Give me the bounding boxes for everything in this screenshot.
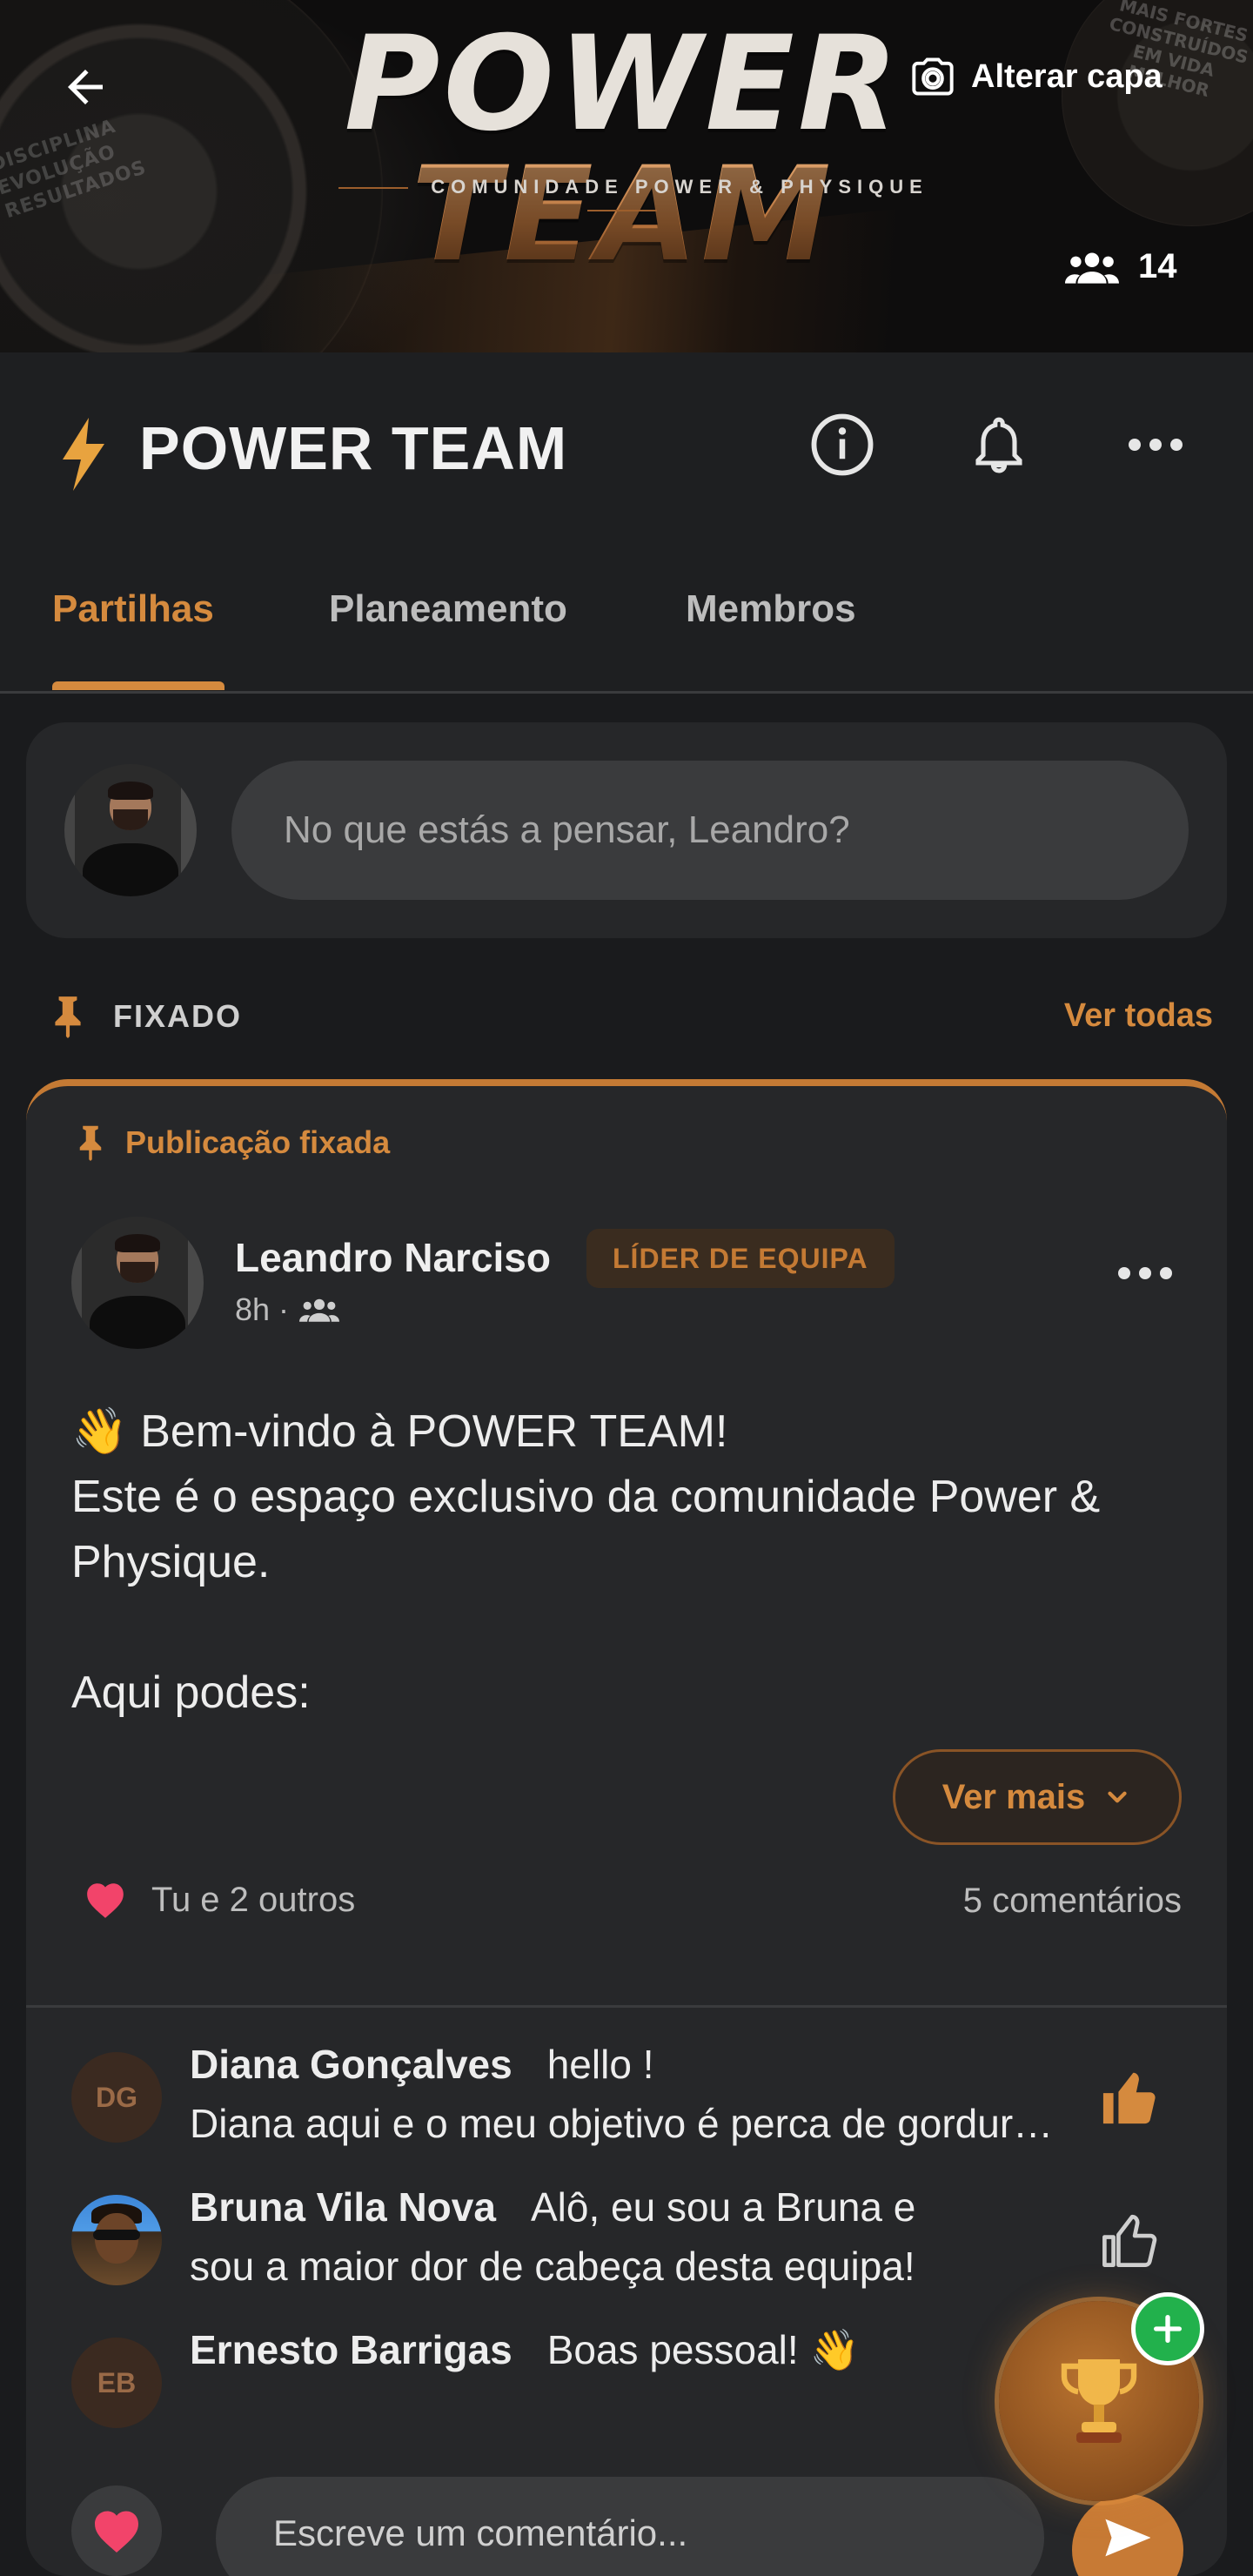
thumbs-up-outline-icon xyxy=(1102,2214,1157,2267)
comment-item: DG Diana Gonçalves hello ! Diana aqui e o… xyxy=(26,2035,1227,2165)
pin-icon xyxy=(55,996,81,1038)
comment-line1: Boas pessoal! 👋 xyxy=(546,2327,860,2372)
bolt-icon xyxy=(63,418,104,491)
commenter-avatar[interactable]: EB xyxy=(71,2338,162,2428)
current-user-avatar[interactable] xyxy=(64,764,197,896)
comment-input[interactable]: Escreve um comentário... xyxy=(216,2477,1044,2576)
cover-image: DISCIPLINA EVOLUÇÃO RESULTADOS MAIS FORT… xyxy=(0,0,1253,352)
chevron-down-icon xyxy=(1108,1791,1127,1803)
pin-icon xyxy=(79,1125,102,1161)
pinned-section-title: FIXADO xyxy=(113,998,243,1034)
plus-icon xyxy=(1154,2315,1182,2343)
comment-text: Ernesto Barrigas Boas pessoal! 👋 xyxy=(190,2320,1060,2379)
commenter-name[interactable]: Bruna Vila Nova xyxy=(190,2184,496,2230)
role-badge: LÍDER DE EQUIPA xyxy=(586,1229,895,1288)
tab-planeamento[interactable]: Planeamento xyxy=(329,587,567,631)
thumbs-up-filled-icon xyxy=(1102,2072,1156,2124)
change-cover-label: Alterar capa xyxy=(971,57,1163,95)
group-title: POWER TEAM xyxy=(139,414,568,482)
active-tab-indicator xyxy=(52,681,224,690)
pinned-post-tag-label: Publicação fixada xyxy=(125,1124,391,1160)
post-meta: 8h · xyxy=(235,1291,340,1328)
comment-line2: Diana aqui e o meu objetivo é perca de g… xyxy=(190,2101,1060,2146)
author-name[interactable]: Leandro Narciso xyxy=(235,1234,551,1281)
members-count-value: 14 xyxy=(1138,247,1177,285)
commenter-name[interactable]: Ernesto Barrigas xyxy=(190,2327,513,2372)
comment-line1: Alô, eu sou a Bruna e xyxy=(530,2184,916,2230)
comment-text: Diana Gonçalves hello ! Diana aqui e o me… xyxy=(190,2035,1060,2153)
camera-icon xyxy=(912,57,954,96)
arrow-left-icon xyxy=(68,70,103,104)
heart-icon xyxy=(87,1883,124,1918)
add-challenge-button[interactable] xyxy=(1131,2292,1204,2365)
back-button[interactable] xyxy=(54,56,117,118)
send-icon xyxy=(1105,2519,1150,2557)
commenter-name[interactable]: Diana Gonçalves xyxy=(190,2042,513,2087)
post-composer: No que estás a pensar, Leandro? xyxy=(26,722,1227,938)
bell-icon xyxy=(975,417,1022,473)
pinned-post-tag: Publicação fixada xyxy=(75,1124,390,1161)
author-avatar[interactable] xyxy=(71,1217,204,1349)
info-icon xyxy=(811,413,874,476)
group-visibility-icon xyxy=(299,1298,340,1322)
see-all-link[interactable]: Ver todas xyxy=(1064,997,1213,1035)
comment-text: Bruna Vila Nova Alô, eu sou a Bruna e sou… xyxy=(190,2177,1060,2296)
post-divider xyxy=(26,2005,1227,2008)
reactions-label: Tu e 2 outros xyxy=(151,1880,356,1919)
post-more-button[interactable] xyxy=(1110,1251,1180,1295)
comment-line2: sou a maior dor de cabeça desta equipa! xyxy=(190,2244,915,2289)
post-time: 8h · xyxy=(235,1291,290,1327)
tab-membros[interactable]: Membros xyxy=(686,587,856,631)
change-cover-button[interactable]: Alterar capa xyxy=(910,50,1163,103)
more-icon xyxy=(1129,439,1183,451)
comments-count[interactable]: 5 comentários xyxy=(963,1882,1182,1921)
tab-partilhas[interactable]: Partilhas xyxy=(52,587,214,631)
group-header: POWER TEAM xyxy=(0,352,1253,509)
brand-word-power: POWER xyxy=(344,9,902,160)
more-options-button[interactable] xyxy=(1121,410,1190,480)
commenter-avatar[interactable]: DG xyxy=(71,2052,162,2143)
heart-icon xyxy=(95,2511,138,2553)
pinned-section-label: FIXADO xyxy=(49,995,242,1038)
more-icon xyxy=(1118,1267,1172,1279)
composer-input[interactable]: No que estás a pensar, Leandro? xyxy=(231,761,1189,900)
comment-item: Bruna Vila Nova Alô, eu sou a Bruna e sou… xyxy=(26,2177,1227,2308)
send-comment-button[interactable] xyxy=(1072,2494,1183,2576)
react-button[interactable] xyxy=(71,2485,162,2576)
cover-tagline: COMUNIDADE POWER & PHYSIQUE xyxy=(261,176,983,221)
post-body: 👋 Bem-vindo à POWER TEAM! Este é o espaç… xyxy=(71,1406,1101,1718)
notifications-button[interactable] xyxy=(964,410,1034,480)
comment-like-button[interactable] xyxy=(1096,2204,1166,2273)
see-more-label: Ver mais xyxy=(941,1777,1086,1816)
members-count[interactable]: 14 xyxy=(1065,247,1177,286)
reactions-summary[interactable]: Tu e 2 outros xyxy=(84,1880,355,1920)
info-button[interactable] xyxy=(807,410,877,480)
comment-line1: hello ! xyxy=(546,2042,654,2087)
trophy-icon xyxy=(1061,2359,1137,2443)
group-icon xyxy=(1065,252,1119,284)
see-more-button[interactable]: Ver mais xyxy=(893,1749,1182,1845)
tab-bar: Partilhas Planeamento Membros xyxy=(0,509,1253,694)
cover-brand-logo: POWER TEAM xyxy=(258,19,988,280)
commenter-avatar[interactable] xyxy=(71,2195,162,2285)
comment-like-button[interactable] xyxy=(1096,2061,1166,2130)
